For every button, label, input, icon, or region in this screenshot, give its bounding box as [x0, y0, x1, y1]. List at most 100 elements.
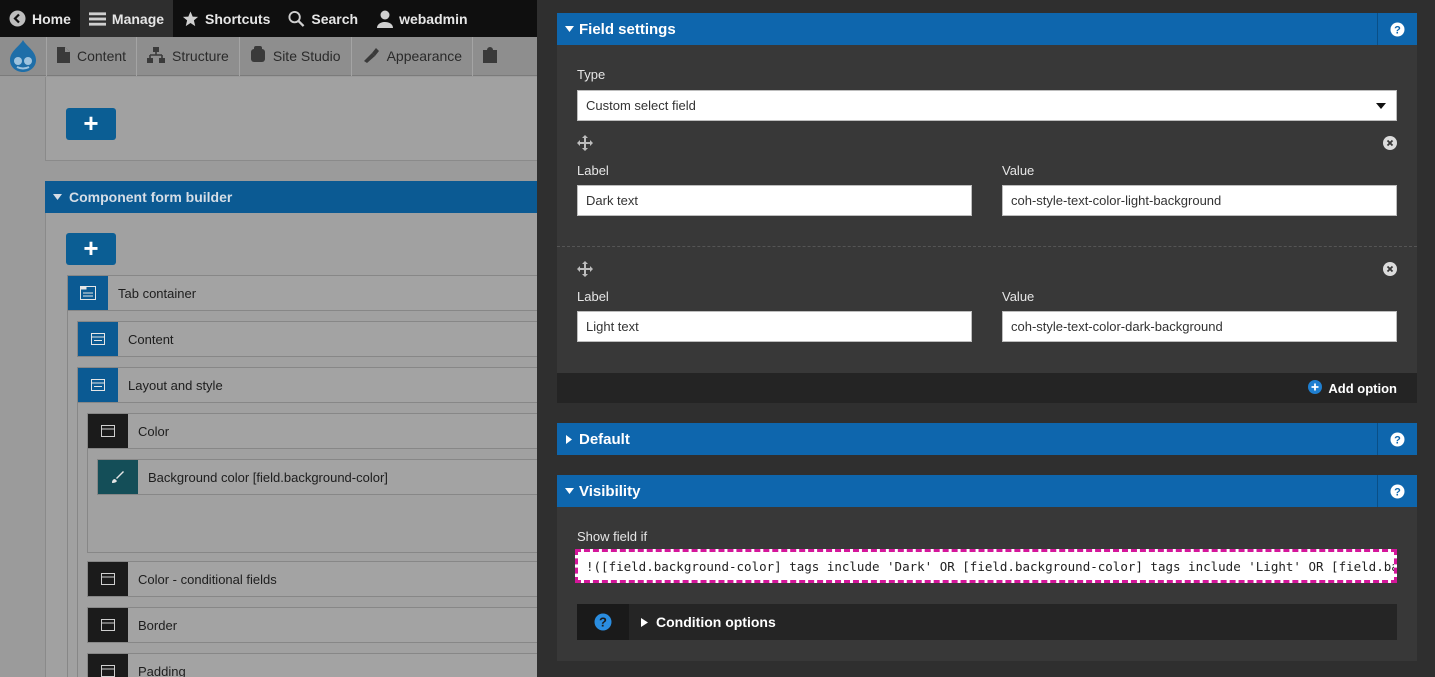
subnav-content[interactable]: Content: [46, 36, 136, 76]
subnav-structure-label: Structure: [172, 48, 229, 64]
tree-item-label: Tab container: [118, 285, 197, 301]
hamburger-icon: [88, 10, 106, 27]
toolbar-search-label: Search: [311, 10, 359, 27]
star-icon: [182, 10, 199, 27]
default-help-icon[interactable]: ?: [1377, 423, 1417, 455]
tree-item-color-conditional[interactable]: Color - conditional fields: [87, 561, 537, 597]
back-arrow-icon: [9, 10, 26, 27]
toolbar-home[interactable]: Home: [0, 0, 80, 37]
option-label-input[interactable]: Dark text: [577, 185, 972, 216]
component-form-builder-header[interactable]: Component form builder: [45, 181, 537, 213]
top-panel: +: [45, 77, 537, 161]
tree-item-padding[interactable]: Padding: [87, 653, 537, 677]
tree-item-tab-container[interactable]: Tab container: [67, 275, 537, 311]
tree-item-label: Color: [138, 423, 170, 439]
caret-down-icon: [559, 488, 579, 494]
tree-item-layout-and-style[interactable]: Layout and style: [77, 367, 537, 403]
tree-item-label: Background color [field.background-color…: [148, 469, 388, 485]
show-field-if-input[interactable]: !([field.background-color] tags include …: [575, 549, 1397, 583]
default-header[interactable]: Default ?: [557, 423, 1417, 455]
builder-tree: + Tab container Content Layout and style: [45, 213, 537, 677]
type-label: Type: [577, 67, 606, 82]
component-form-area: + Component form builder + Tab container…: [0, 77, 537, 677]
field-settings-title: Field settings: [579, 20, 676, 38]
add-option-bar: Add option: [557, 373, 1417, 403]
toolbar-search[interactable]: Search: [279, 0, 367, 37]
caret-down-icon: [559, 26, 579, 32]
component-form-builder-title: Component form builder: [69, 189, 233, 205]
type-select[interactable]: Custom select field: [577, 90, 1397, 121]
subnav-appearance-label: Appearance: [386, 48, 463, 64]
tree-item-label: Padding: [138, 663, 186, 677]
tree-item-content[interactable]: Content: [77, 321, 537, 357]
add-circle-icon[interactable]: [1308, 379, 1323, 397]
drag-handle-icon[interactable]: [577, 261, 593, 282]
option-value-input[interactable]: coh-style-text-color-dark-background: [1002, 311, 1397, 342]
subnav-content-label: Content: [77, 48, 127, 64]
option-label-text: Dark text: [586, 193, 639, 208]
option-label-caption: Label: [577, 163, 609, 178]
option-value-caption: Value: [1002, 163, 1035, 178]
caret-right-icon: [641, 617, 648, 627]
field-settings-help-icon[interactable]: ?: [1377, 13, 1417, 45]
tree-item-label: Border: [138, 617, 178, 633]
tree-item-label: Layout and style: [128, 377, 223, 393]
subnav-structure[interactable]: Structure: [136, 36, 239, 76]
field-settings-header[interactable]: Field settings ?: [557, 13, 1417, 45]
visibility-header[interactable]: Visibility ?: [557, 475, 1417, 507]
document-icon: [57, 46, 70, 66]
caret-right-icon: [559, 434, 579, 444]
option-label-input[interactable]: Light text: [577, 311, 972, 342]
subnav-extend[interactable]: [472, 36, 507, 76]
subnav-site-studio[interactable]: Site Studio: [238, 36, 351, 76]
section-icon: [88, 562, 128, 596]
visibility-body: Show field if !([field.background-color]…: [557, 507, 1417, 661]
type-select-value: Custom select field: [586, 98, 696, 113]
section-icon: [88, 414, 128, 448]
add-option-button[interactable]: Add option: [1328, 381, 1397, 396]
drag-handle-icon[interactable]: [577, 135, 593, 156]
svg-text:?: ?: [1394, 486, 1401, 498]
remove-option-icon[interactable]: [1383, 262, 1397, 281]
remove-option-icon[interactable]: [1383, 136, 1397, 155]
brush-icon: [362, 47, 380, 66]
add-element-button[interactable]: +: [66, 108, 116, 140]
option-value-input[interactable]: coh-style-text-color-light-background: [1002, 185, 1397, 216]
tree-item-background-color[interactable]: Background color [field.background-color…: [97, 459, 537, 495]
option-value-caption: Value: [1002, 289, 1035, 304]
toolbar-user[interactable]: webadmin: [367, 0, 476, 37]
option-label-caption: Label: [577, 289, 609, 304]
toolbar-manage-label: Manage: [111, 10, 165, 27]
condition-options-bar[interactable]: ? Condition options: [577, 604, 1397, 640]
toolbar-home-label: Home: [32, 10, 71, 27]
svg-text:?: ?: [599, 615, 607, 630]
add-builder-element-button[interactable]: +: [66, 233, 116, 265]
section-icon: [88, 654, 128, 677]
subnav-site-studio-label: Site Studio: [272, 48, 341, 64]
toolbar-user-label: webadmin: [399, 10, 468, 27]
condition-help-icon[interactable]: ?: [577, 604, 629, 640]
user-icon: [376, 10, 393, 28]
field-settings-body: Type Custom select field Label Value Dar…: [557, 45, 1417, 403]
tab-item-icon: [78, 322, 118, 356]
toolbar-shortcuts-label: Shortcuts: [205, 10, 271, 27]
condition-expression: !([field.background-color] tags include …: [586, 558, 1394, 574]
search-icon: [288, 10, 305, 27]
toolbar-manage[interactable]: Manage: [79, 0, 174, 37]
paintbrush-icon: [98, 460, 138, 494]
field-settings-panel: Field settings ? Type Custom select fiel…: [537, 0, 1435, 677]
toolbar-shortcuts[interactable]: Shortcuts: [173, 0, 279, 37]
subnav-appearance[interactable]: Appearance: [350, 36, 473, 76]
tab-item-icon: [78, 368, 118, 402]
option-value-text: coh-style-text-color-dark-background: [1011, 319, 1223, 334]
visibility-help-icon[interactable]: ?: [1377, 475, 1417, 507]
option-label-text: Light text: [586, 319, 639, 334]
puzzle-icon: [483, 46, 498, 66]
chevron-down-icon: [1376, 103, 1386, 109]
default-title: Default: [579, 430, 630, 448]
tree-item-color[interactable]: Color: [87, 413, 537, 449]
tree-item-label: Content: [128, 331, 174, 347]
drupal-logo-icon[interactable]: [0, 37, 46, 76]
tree-item-label: Color - conditional fields: [138, 571, 277, 587]
tree-item-border[interactable]: Border: [87, 607, 537, 643]
